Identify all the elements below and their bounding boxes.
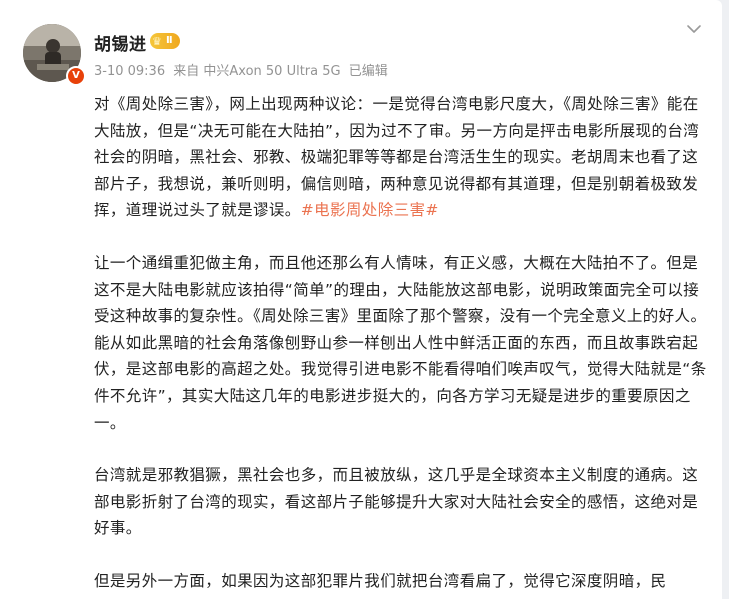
paragraph-1: 对《周处除三害》，网上出现两种议论：一是觉得台湾电影尺度大，《周处除三害》能在大… (94, 91, 708, 224)
level-badge[interactable]: ♛ Ⅱ (150, 33, 180, 49)
post-source: 来自 中兴Axon 50 Ultra 5G (173, 64, 341, 79)
author-name[interactable]: 胡锡进 (94, 30, 147, 55)
paragraph-4: 但是另外一方面，如果因为这部犯罪片我们就把台湾看扁了，觉得它深度阴暗，民 (94, 571, 667, 590)
paragraph-3: 台湾就是邪教猖獗，黑社会也多，而且被放纵，这几乎是全球资本主义制度的通病。这部电… (94, 466, 699, 538)
chevron-down-icon (687, 25, 701, 33)
post-menu-button[interactable] (683, 18, 705, 40)
post-time[interactable]: 3-10 09:36 (94, 64, 165, 79)
post-meta: 3-10 09:36 来自 中兴Axon 50 Ultra 5G 已编辑 (94, 60, 392, 79)
verified-v-icon: V (66, 66, 86, 86)
hashtag-link[interactable]: #电影周处除三害# (301, 201, 439, 219)
paragraph-2: 让一个通缉重犯做主角，而且他还那么有人情味，有正义感，大概在大陆拍不了。但是这不… (94, 253, 707, 432)
weibo-post-card: V 胡锡进 ♛ Ⅱ 3-10 09:36 来自 中兴Axon 50 Ultra … (0, 0, 722, 599)
crown-icon: ♛ (152, 35, 162, 48)
post-content: 对《周处除三害》，网上出现两种议论：一是觉得台湾电影尺度大，《周处除三害》能在大… (94, 91, 708, 595)
edited-label[interactable]: 已编辑 (349, 64, 388, 79)
level-label: Ⅱ (166, 35, 173, 46)
